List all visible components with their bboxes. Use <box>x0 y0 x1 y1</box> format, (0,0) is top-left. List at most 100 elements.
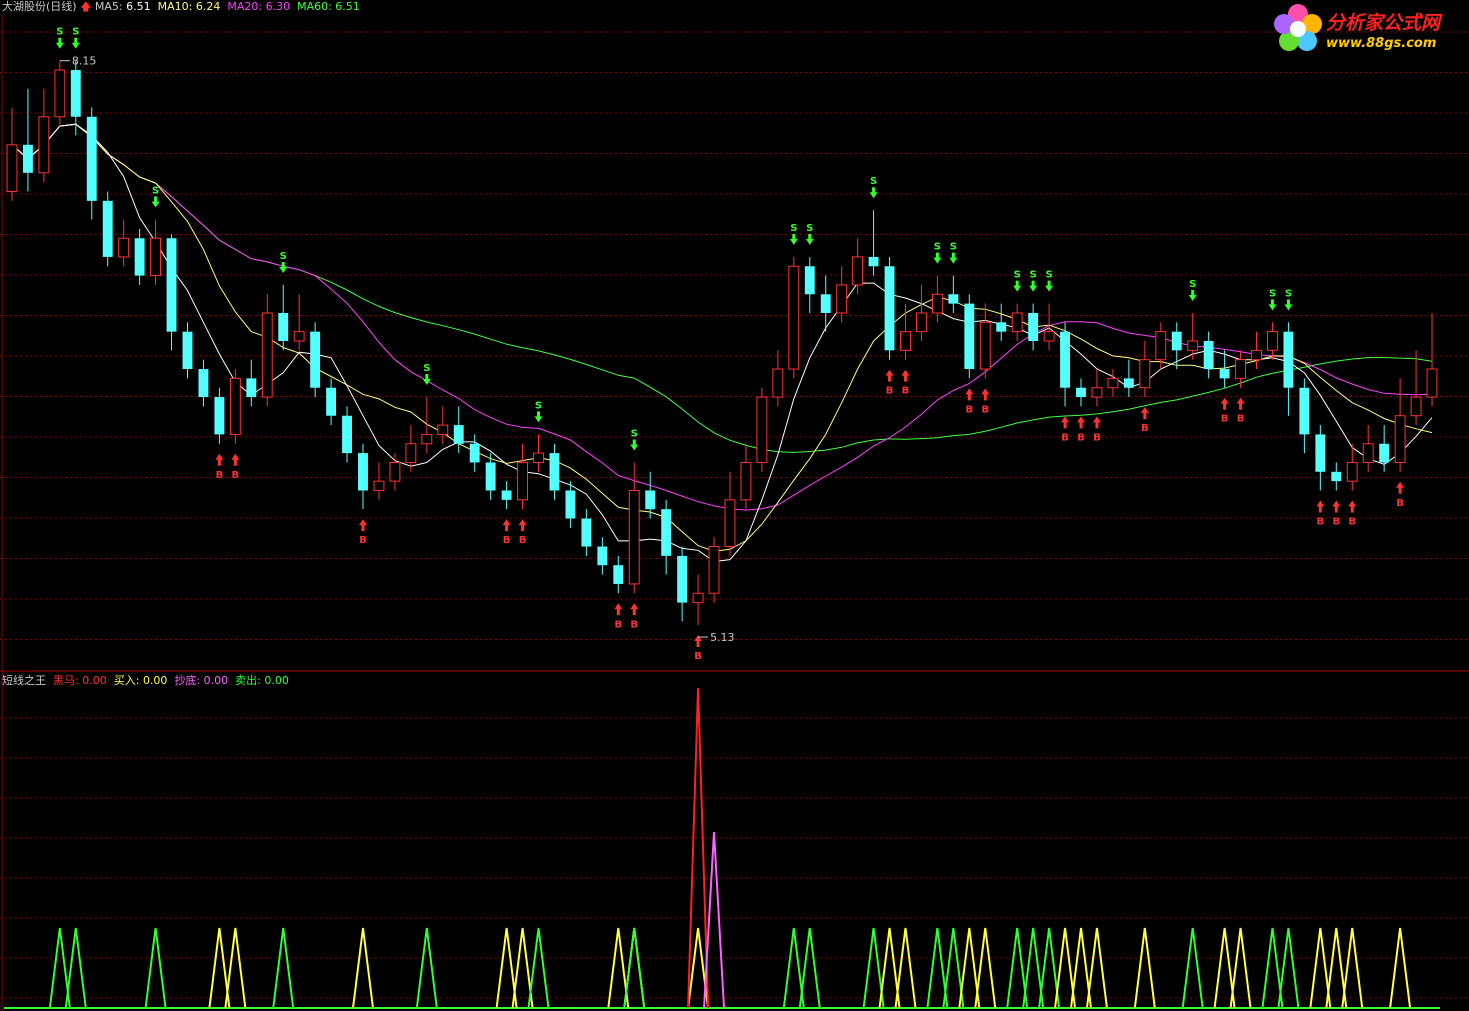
sell-spike <box>272 927 295 1009</box>
ma60-line <box>11 123 1433 453</box>
candle-body-down <box>964 303 975 370</box>
ma10-value: 6.24 <box>195 0 221 13</box>
candle-body-down <box>214 397 225 435</box>
buy-arrow-icon <box>1220 397 1229 410</box>
candle-body-down <box>310 331 321 388</box>
buy-spike <box>1133 927 1156 1009</box>
buy-signal-label: B <box>902 386 910 397</box>
candle-body-down <box>1028 312 1039 341</box>
candle-body-down <box>1299 387 1310 435</box>
sell-arrow-icon <box>1188 289 1197 301</box>
candle-body-up <box>1267 331 1278 351</box>
buy-signal-label: B <box>503 535 511 546</box>
candle-body-down <box>1123 378 1134 388</box>
candle-body-up <box>852 256 864 286</box>
ma20-label: MA20: <box>227 0 263 13</box>
buy-arrow-icon <box>1092 416 1101 429</box>
buy-signal-label: B <box>519 535 527 546</box>
candle-body-down <box>70 70 81 117</box>
candle-body-down <box>22 144 33 173</box>
buy-signal-label: B <box>1141 423 1149 434</box>
candles <box>6 60 1438 626</box>
candle-body-up <box>1346 461 1358 482</box>
candle-body-down <box>1331 471 1342 482</box>
sell-arrow-icon <box>1013 280 1022 292</box>
sell-signal-label: S <box>152 186 159 197</box>
candle-body-down <box>597 546 608 566</box>
candle-body-up <box>1139 359 1151 389</box>
candle-body-down <box>884 266 895 351</box>
logo-url: www.88gs.com <box>1326 36 1437 51</box>
buy-arrow-icon <box>1077 416 1085 429</box>
candle-body-down <box>1203 341 1214 370</box>
sell-spike <box>144 927 167 1009</box>
sell-signal-label: S <box>950 242 957 253</box>
heima-value: 0.00 <box>82 674 107 687</box>
low-label: 5.13 <box>710 631 735 644</box>
buy-arrow-icon <box>1348 500 1357 513</box>
candle-body-down <box>677 555 688 603</box>
candle-body-up <box>756 396 768 463</box>
buy-signal-label: B <box>1332 516 1340 527</box>
sell-arrow-icon <box>1029 280 1038 292</box>
sell-value: 0.00 <box>264 674 289 687</box>
ma10-label: MA10: <box>157 0 193 13</box>
sell-signal-label: S <box>1269 288 1276 299</box>
candle-body-down <box>820 294 831 313</box>
candle-body-up <box>118 237 130 258</box>
buy-value: 0.00 <box>142 674 168 687</box>
candle-body-up <box>6 144 18 193</box>
sell-arrow-icon <box>869 187 878 199</box>
sell-arrow-icon <box>55 37 64 49</box>
buy-signal-label: B <box>1061 432 1069 443</box>
sell-signal-label: S <box>1189 279 1196 290</box>
buy-arrow-icon <box>901 369 910 382</box>
candle-body-up <box>836 284 848 314</box>
candle-body-up <box>405 443 417 463</box>
candle-body-down <box>198 369 209 398</box>
sell-signal-label: S <box>806 223 813 234</box>
ma5-line <box>11 123 1433 563</box>
candle-body-up <box>788 265 800 370</box>
candle-body-up <box>293 331 305 342</box>
candle-body-down <box>1060 331 1070 388</box>
candle-body-down <box>1379 443 1390 463</box>
candle-body-down <box>1219 369 1230 379</box>
sell-arrow-icon <box>534 411 543 423</box>
buy-signal-label: B <box>359 535 367 546</box>
buy-signal-label: B <box>694 651 702 662</box>
buy-arrow-icon <box>215 453 224 466</box>
buy-arrow-icon <box>1236 397 1245 410</box>
buy-spike <box>1389 927 1412 1009</box>
candle-body-down <box>1171 331 1182 351</box>
sell-signal-label: S <box>280 251 287 262</box>
candle-body-down <box>469 443 480 463</box>
high-label: 8.15 <box>72 55 97 68</box>
candle-body-down <box>1076 387 1086 398</box>
candle-body-up <box>1251 349 1262 361</box>
flower-logo-icon <box>1274 4 1322 51</box>
sell-arrow-icon <box>1284 299 1293 311</box>
candle-body-down <box>358 453 368 491</box>
sell-arrow-icon <box>949 252 958 264</box>
buy-signal-label: B <box>1093 432 1101 443</box>
candle-body-up <box>437 424 449 435</box>
sell-spike <box>415 927 438 1009</box>
buy-arrow-icon <box>1061 416 1070 429</box>
buy-signal-label: B <box>216 470 224 481</box>
candle-body-up <box>900 331 911 351</box>
candle-body-down <box>645 490 656 510</box>
candle-body-down <box>102 200 113 257</box>
buy-arrow-icon <box>981 388 990 401</box>
sell-signal-label: S <box>1030 270 1037 281</box>
candle-body-up <box>1426 368 1438 398</box>
candle-body-down <box>613 565 624 584</box>
buy-arrow-icon <box>518 519 527 532</box>
arrow-up-icon: 🡅 <box>80 0 92 13</box>
sell-arrow-icon <box>805 233 814 245</box>
candle-body-up <box>373 480 385 491</box>
sell-spike <box>1181 927 1204 1009</box>
trade-signals: S SSB BSBSB BSB BSBS SSB BS SB BS S SB B BBSB BS SB B BB <box>55 27 1405 662</box>
sell-arrow-icon <box>1045 280 1054 292</box>
candle-body-up <box>261 312 273 398</box>
